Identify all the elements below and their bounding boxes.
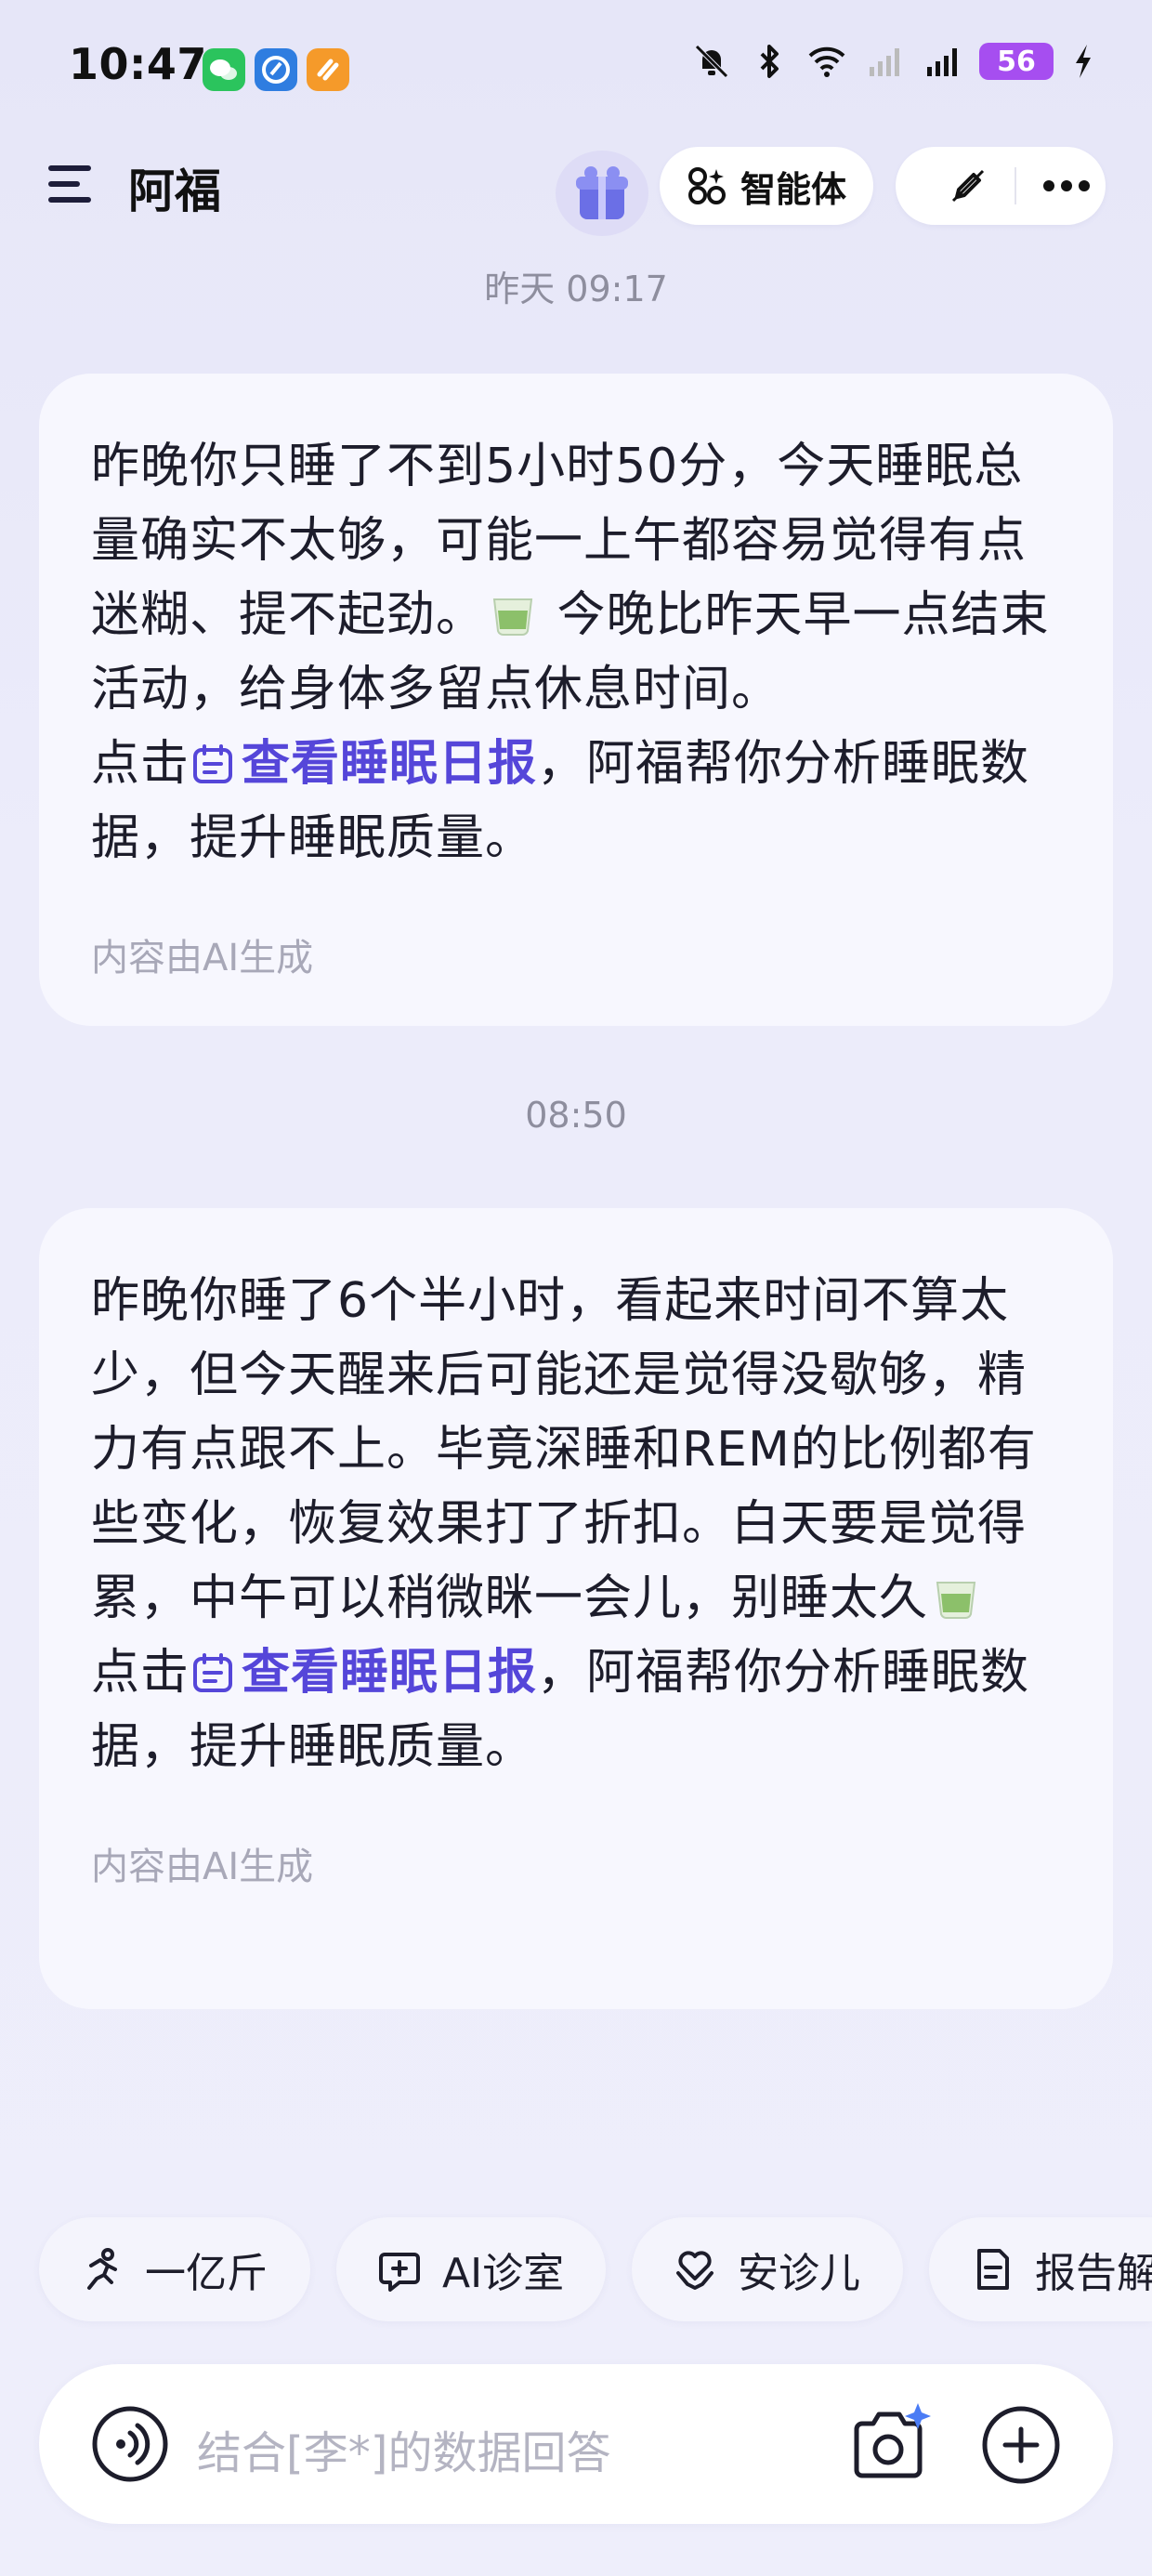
heart-hands-icon [676,2251,713,2290]
sleep-report-link-text: 查看睡眠日报 [242,1645,538,1701]
page-title: 阿福 [128,164,221,218]
message-bubble: 昨晚你睡了6个半小时，看起来时间不算太少，但今天醒来后可能还是觉得没歇够，精力有… [39,1208,1113,2009]
chat-plus-icon [379,2253,420,2292]
wechat-icon [203,48,245,91]
status-icons: 56 [691,41,1096,82]
status-time: 10:47 [69,39,207,89]
chip-label: AI诊室 [442,2250,565,2297]
chat-input-bar: 结合[李*]的数据回答 [39,2364,1113,2524]
app-icon [255,48,297,91]
bluetooth-icon [760,45,779,78]
battery-icon: 56 [979,43,1054,80]
quick-chip-anzhener[interactable]: 安诊儿 [632,2217,903,2321]
report-icon [977,2249,1009,2290]
ai-generated-note: 内容由AI生成 [91,1846,314,1888]
message-timestamp: 08:50 [525,1095,627,1136]
edit-off-icon[interactable] [948,165,988,206]
chip-label: 报告解 [1035,2250,1152,2297]
sleep-report-link[interactable]: 查看睡眠日报 [190,1645,537,1701]
link-prefix: 点击 [91,1645,190,1701]
message-paragraph: 昨晚你睡了6个半小时，看起来时间不算太少，但今天醒来后可能还是觉得没歇够，精力有… [91,1273,1037,1626]
quick-chip-ai-clinic[interactable]: AI诊室 [336,2217,606,2321]
signal-icon [870,48,899,76]
voice-input-icon[interactable] [91,2405,169,2483]
chip-label: 一亿斤 [145,2250,268,2297]
tools-pill [896,147,1106,225]
agent-label: 智能体 [740,168,846,210]
link-prefix: 点击 [91,736,190,792]
calendar-report-icon [193,1653,233,1692]
tea-cup-icon [936,1582,976,1619]
tea-cup-icon [492,598,533,636]
divider [1015,167,1016,204]
chip-label: 安诊儿 [738,2250,860,2297]
message-text: 昨晚你只睡了不到5小时50分，今天睡眠总量确实不太够，可能一上午都容易觉得有点迷… [91,429,1061,875]
signal-5g-icon [927,48,957,76]
chat-input[interactable]: 结合[李*]的数据回答 [197,2416,610,2481]
more-icon[interactable] [1042,179,1091,192]
ai-generated-note: 内容由AI生成 [91,937,314,979]
camera-icon[interactable] [849,2401,935,2487]
sleep-report-link[interactable]: 查看睡眠日报 [190,736,537,792]
calendar-report-icon [193,744,233,783]
quick-chip-yiyijin[interactable]: 一亿斤 [39,2217,310,2321]
agent-grid-icon [687,167,726,204]
message-text: 昨晚你睡了6个半小时，看起来时间不算太少，但今天醒来后可能还是觉得没歇够，精力有… [91,1264,1061,1784]
charging-icon [1076,45,1091,78]
gift-icon[interactable] [554,149,650,238]
quick-chip-report[interactable]: 报告解 [929,2217,1152,2321]
agent-button[interactable]: 智能体 [660,147,873,225]
message-bubble: 昨晚你只睡了不到5小时50分，今天睡眠总量确实不太够，可能一上午都容易觉得有点迷… [39,374,1113,1026]
menu-icon[interactable] [48,164,97,204]
message-timestamp: 昨天 09:17 [484,269,668,309]
wifi-icon [808,46,845,77]
add-icon[interactable] [981,2405,1061,2485]
running-person-icon [87,2248,117,2290]
status-bar: 10:47 56 [0,0,1152,139]
sleep-report-link-text: 查看睡眠日报 [242,736,538,792]
mute-icon [695,45,728,78]
app-icon [307,48,349,91]
